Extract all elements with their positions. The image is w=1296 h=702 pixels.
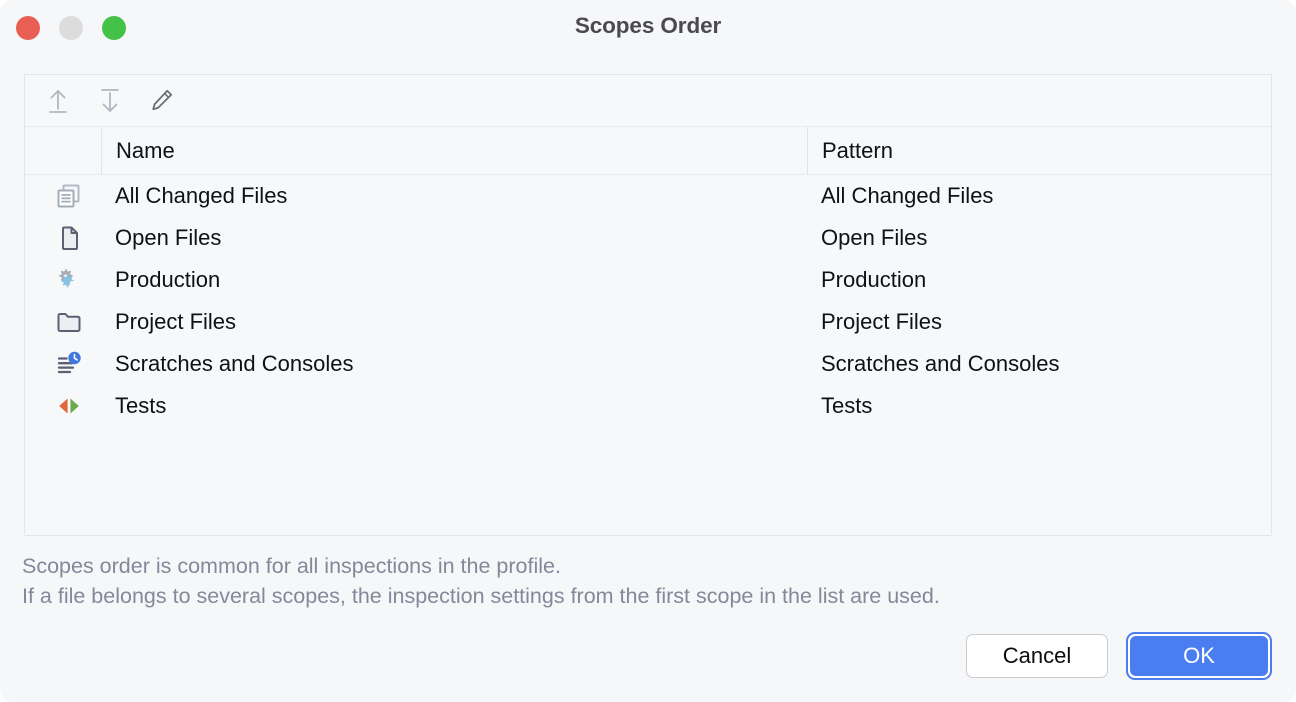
window-title: Scopes Order xyxy=(0,13,1296,39)
row-name: Production xyxy=(101,267,807,293)
table-row[interactable]: Project Files Project Files xyxy=(25,301,1271,343)
row-name: All Changed Files xyxy=(101,183,807,209)
row-name: Open Files xyxy=(101,225,807,251)
row-pattern: Production xyxy=(807,267,1271,293)
hint-line-2: If a file belongs to several scopes, the… xyxy=(22,581,1262,611)
header-gutter xyxy=(25,127,101,175)
production-gears-icon xyxy=(25,259,101,301)
dialog-button-bar: Cancel OK xyxy=(966,632,1272,680)
row-pattern: Project Files xyxy=(807,309,1271,335)
move-to-bottom-button[interactable] xyxy=(89,80,131,122)
title-bar: Scopes Order xyxy=(0,0,1296,56)
table-row[interactable]: Open Files Open Files xyxy=(25,217,1271,259)
row-pattern: Scratches and Consoles xyxy=(807,351,1271,377)
scopes-order-dialog: Scopes Order xyxy=(0,0,1296,702)
row-pattern: Open Files xyxy=(807,225,1271,251)
scopes-list: All Changed Files All Changed Files Open… xyxy=(25,175,1271,427)
ok-button-focus-ring: OK xyxy=(1126,632,1272,680)
table-row[interactable]: Production Production xyxy=(25,259,1271,301)
open-files-icon xyxy=(25,217,101,259)
row-name: Tests xyxy=(101,393,807,419)
table-row[interactable]: Tests Tests xyxy=(25,385,1271,427)
edit-pencil-button[interactable] xyxy=(141,80,183,122)
row-pattern: All Changed Files xyxy=(807,183,1271,209)
scopes-table-panel: Name Pattern All Changed Files All Chang… xyxy=(24,74,1272,536)
table-toolbar xyxy=(25,75,1271,127)
folder-icon xyxy=(25,301,101,343)
row-name: Project Files xyxy=(101,309,807,335)
hint-text: Scopes order is common for all inspectio… xyxy=(22,551,1262,611)
scratches-consoles-icon xyxy=(25,343,101,385)
ok-button[interactable]: OK xyxy=(1130,636,1268,676)
table-header-row: Name Pattern xyxy=(25,127,1271,175)
tests-arrows-icon xyxy=(25,385,101,427)
column-header-pattern[interactable]: Pattern xyxy=(807,127,1271,175)
hint-line-1: Scopes order is common for all inspectio… xyxy=(22,551,1262,581)
column-header-name[interactable]: Name xyxy=(101,127,807,175)
row-pattern: Tests xyxy=(807,393,1271,419)
all-changed-files-icon xyxy=(25,175,101,217)
table-row[interactable]: Scratches and Consoles Scratches and Con… xyxy=(25,343,1271,385)
cancel-button[interactable]: Cancel xyxy=(966,634,1108,678)
row-name: Scratches and Consoles xyxy=(101,351,807,377)
table-row[interactable]: All Changed Files All Changed Files xyxy=(25,175,1271,217)
move-to-top-button[interactable] xyxy=(37,80,79,122)
